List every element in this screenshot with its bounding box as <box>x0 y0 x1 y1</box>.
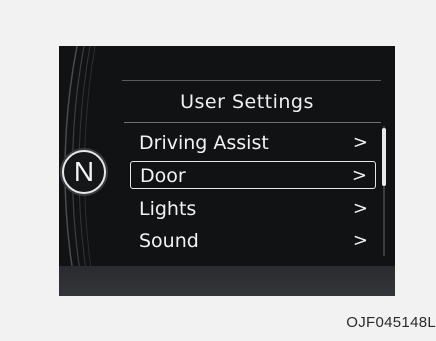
top-divider <box>122 80 381 81</box>
gear-indicator-icon: N <box>62 150 106 194</box>
menu-item-label: Door <box>140 165 186 187</box>
menu-item-label: Sound <box>139 230 199 252</box>
figure-code: OJF045148L <box>346 314 436 331</box>
chevron-right-icon: > <box>352 198 368 219</box>
bottom-status-bar <box>59 266 395 296</box>
menu-item-lights[interactable]: Lights > <box>130 195 376 223</box>
menu-title: User Settings <box>180 91 314 113</box>
menu-item-sound[interactable]: Sound > <box>130 227 376 255</box>
chevron-right-icon: > <box>352 132 368 153</box>
menu-item-driving-assist[interactable]: Driving Assist > <box>130 129 376 157</box>
cluster-display: N User Settings Driving Assist > Door > … <box>59 46 395 296</box>
scrollbar-thumb[interactable] <box>382 128 386 186</box>
chevron-right-icon: > <box>351 165 367 186</box>
chevron-right-icon: > <box>352 230 368 251</box>
menu-item-door[interactable]: Door > <box>130 161 376 189</box>
menu-item-label: Lights <box>139 198 197 220</box>
title-divider <box>124 122 381 123</box>
menu-item-label: Driving Assist <box>139 132 269 154</box>
